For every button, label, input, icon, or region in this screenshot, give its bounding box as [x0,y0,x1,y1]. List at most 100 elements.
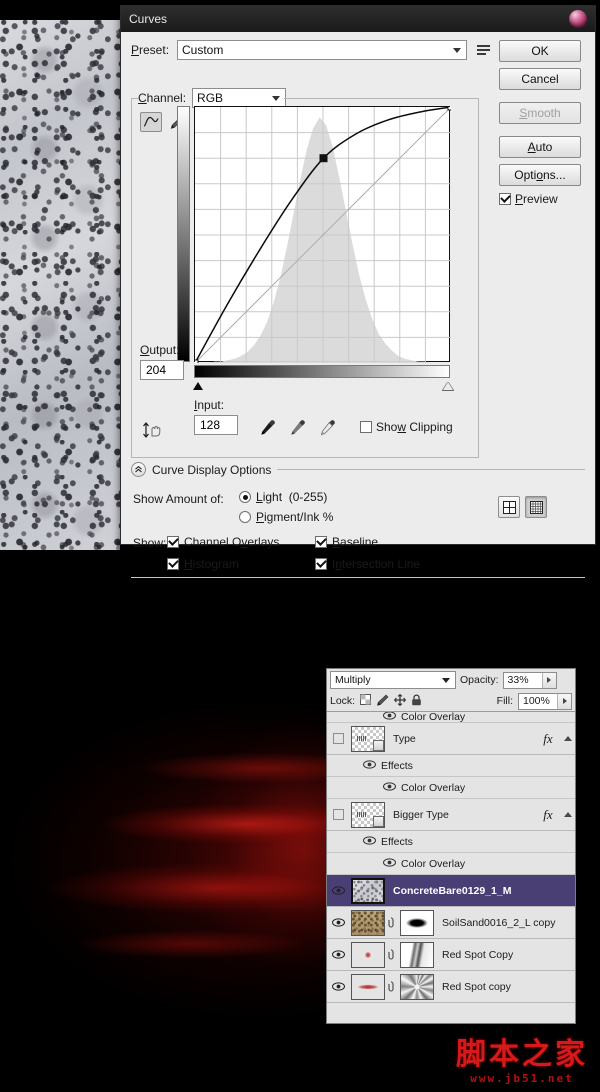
table-row[interactable]: Red Spot copy [327,971,575,1003]
concrete-thumb[interactable] [351,877,385,904]
fill-stepper-arrow[interactable] [557,693,571,709]
black-point-slider[interactable] [193,382,203,390]
effect-name: Color Overlay [401,712,466,723]
eye-icon[interactable] [383,857,396,870]
preview-checkbox[interactable] [499,193,511,205]
white-point-eyedropper[interactable] [320,418,336,439]
eye-icon[interactable] [363,759,376,772]
soil-thumb[interactable] [351,909,385,936]
link-mask-icon[interactable] [385,948,397,961]
fill-field[interactable]: 100% [518,692,572,710]
list-item[interactable]: Color Overlay [327,853,575,875]
channel-select[interactable]: RGB [192,88,287,108]
input-label: Input: [194,398,225,412]
link-mask-icon[interactable] [385,916,397,929]
eye-icon[interactable] [363,835,376,848]
show-clipping-row[interactable]: Show Clipping [360,420,453,434]
baseline-checkbox[interactable] [315,536,327,548]
show-intersection-line-option[interactable]: Intersection Line [315,557,420,571]
channel-label: Channel: [138,91,187,105]
white-point-slider[interactable] [442,382,454,391]
opacity-stepper-arrow[interactable] [541,672,556,688]
visibility-toggle[interactable] [327,809,349,820]
blend-mode-select[interactable]: Multiply [330,671,456,689]
streak-mask-thumb[interactable] [400,941,434,968]
section-divider [277,469,585,470]
intersection-line-checkbox[interactable] [315,558,327,570]
visibility-toggle[interactable] [327,982,349,991]
fx-icon[interactable]: fx [535,807,561,823]
blend-mode-row: Multiply Opacity: 33% [327,669,575,691]
curve-graph[interactable] [194,106,451,363]
curve-draw-icon[interactable] [140,112,162,132]
curve-point-move-icon [142,420,166,442]
show-amount-pigment-option[interactable]: Pigment/Ink % [239,510,333,524]
table-row[interactable]: ConcreteBare0129_1_M [327,875,575,907]
channel-overlays-checkbox[interactable] [167,536,179,548]
auto-button[interactable]: Auto [499,136,581,158]
show-channel-overlays-option[interactable]: Channel Overlays [167,535,315,549]
gray-point-eyedropper[interactable] [290,418,306,439]
chevron-up-icon[interactable] [131,462,146,477]
table-row[interactable]: Type fx [327,723,575,755]
input-input[interactable]: 128 [194,415,238,435]
visibility-toggle[interactable] [327,918,349,927]
type-thumb[interactable] [351,725,385,752]
table-row[interactable]: Bigger Type fx [327,799,575,831]
curve-display-options-header[interactable]: Curve Display Options [131,462,585,477]
layer-name: Bigger Type [393,808,449,821]
opacity-field[interactable]: 33% [502,671,557,689]
grid-tenth-button[interactable] [525,496,547,518]
lock-position-icon[interactable] [393,693,407,709]
preset-select[interactable]: Custom [177,40,467,60]
options-button[interactable]: Opti o ns... [499,164,581,186]
table-row[interactable]: Red Spot Copy [327,939,575,971]
effect-name: Color Overlay [401,781,466,794]
table-row[interactable]: SoilSand0016_2_L copy [327,907,575,939]
visibility-toggle[interactable] [327,886,349,895]
preview-row[interactable]: Preview [499,192,585,206]
list-item[interactable]: Effects [327,831,575,853]
curves-dialog: Curves Preset: Custom Channel: RGB Outpu… [120,5,596,578]
grid-quarter-tone-button[interactable] [498,496,520,518]
light-radio[interactable] [239,491,251,503]
text-layer-badge [373,739,384,751]
table-row[interactable]: Background [327,1003,575,1004]
eye-icon[interactable] [383,712,396,722]
visibility-toggle[interactable] [327,733,349,744]
list-item[interactable]: Color Overlay [327,777,575,799]
show-baseline-option[interactable]: Baseline [315,535,420,549]
black-point-eyedropper[interactable] [260,418,276,439]
preset-menu-icon[interactable] [475,41,493,59]
layer-name: Type [393,732,416,745]
output-input[interactable]: 204 [140,360,184,380]
ok-button[interactable]: OK [499,40,581,62]
lock-transparent-pixels-icon[interactable] [360,694,372,708]
chevron-up-icon[interactable] [561,736,575,741]
show-clipping-checkbox[interactable] [360,421,372,433]
bigger-type-thumb[interactable] [351,801,385,828]
list-item[interactable]: Effects [327,755,575,777]
chevron-up-icon[interactable] [561,812,575,817]
red-spot-small-thumb[interactable] [351,941,385,968]
fx-icon[interactable]: fx [535,731,561,747]
eye-icon[interactable] [383,781,396,794]
cancel-button[interactable]: Cancel [499,68,581,90]
link-mask-icon[interactable] [385,980,397,993]
histogram-label: Histogram [184,557,239,571]
list-item[interactable]: Color Overlay [327,712,575,723]
dialog-titlebar[interactable]: Curves [121,6,595,32]
layer-list[interactable]: Color Overlay Type fx Effects Color Over… [327,712,575,1004]
histogram-checkbox[interactable] [167,558,179,570]
pigment-radio[interactable] [239,511,251,523]
burst-mask-thumb[interactable] [400,973,434,1000]
smooth-button[interactable]: Smooth [499,102,581,124]
red-spot-wide-thumb[interactable] [351,973,385,1000]
show-histogram-option[interactable]: Histogram [167,557,315,571]
lock-all-icon[interactable] [411,694,422,709]
ellipse-mask-thumb[interactable] [400,909,434,936]
visibility-toggle[interactable] [327,950,349,959]
show-amount-light-option[interactable]: Light (0-255) [239,490,333,504]
red-glow-artwork [0,640,330,1040]
lock-image-pixels-icon[interactable] [376,694,389,709]
